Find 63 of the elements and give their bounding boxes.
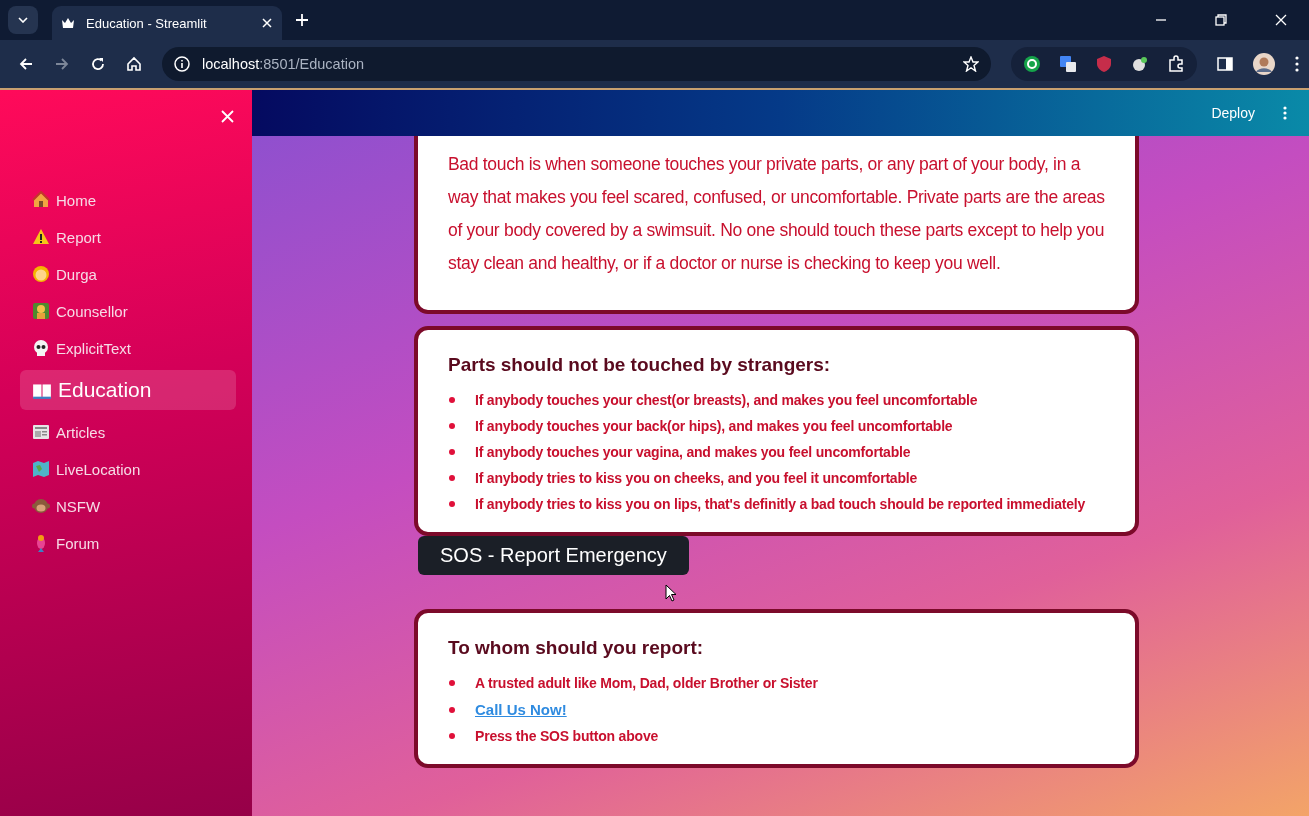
caret-icon: [18, 17, 28, 23]
bullet-icon: [449, 680, 455, 686]
extension-icon[interactable]: [1023, 55, 1041, 73]
sidebar-item[interactable]: Forum: [20, 528, 236, 558]
bullet-icon: [449, 733, 455, 739]
sidebar-item[interactable]: Articles: [20, 417, 236, 447]
paragraph: Bad touch is when someone touches your private parts, or any part of your body, in a way that makes you feel scared, confused, or uncomfortable. Private parts are the areas of your body covered by a swimsuit. No one should touch these parts except to help you stay clean and healthy, or if a doctor or nurse is checking to keep you well.: [448, 153, 1106, 275]
browser-tab[interactable]: Education - Streamlit: [52, 6, 282, 40]
list-item: Press the SOS button above: [475, 728, 659, 744]
map-icon: [32, 460, 50, 478]
sidebar-item[interactable]: Education: [20, 370, 236, 410]
sidebar-item[interactable]: ExplicitText: [20, 333, 236, 363]
bullet-icon: [449, 475, 455, 481]
avatar-icon[interactable]: [1253, 53, 1275, 75]
close-icon[interactable]: [262, 18, 272, 28]
list-item: If anybody tries to kiss you on cheeks, and you feel it uncomfortable: [475, 470, 918, 486]
bullet-icon: [449, 449, 455, 455]
star-icon[interactable]: [963, 56, 979, 72]
sos-button[interactable]: SOS - Report Emergency: [418, 536, 689, 575]
menu-icon[interactable]: [1295, 56, 1299, 72]
sidebar-item[interactable]: Counsellor: [20, 296, 236, 326]
tab-title: Education - Streamlit: [86, 15, 208, 31]
reload-icon[interactable]: [90, 56, 106, 72]
side-panel-icon[interactable]: [1217, 56, 1233, 72]
sidebar-item[interactable]: Report: [20, 222, 236, 252]
list-item: If anybody touches your chest(or breasts), and makes you feel uncomfortable: [475, 392, 978, 408]
info-icon[interactable]: [174, 56, 190, 72]
bullet-icon: [449, 423, 455, 429]
bullet-icon: [449, 706, 455, 713]
card-title: To whom should you report:: [448, 637, 705, 659]
skull-icon: [32, 339, 50, 357]
sidebar-item[interactable]: NSFW: [20, 491, 236, 521]
close-icon[interactable]: [1275, 14, 1287, 26]
puzzle-icon[interactable]: [1167, 55, 1185, 73]
new-tab-icon[interactable]: [296, 14, 308, 26]
bullet-icon: [449, 501, 455, 507]
list-item: If anybody tries to kiss you on lips, that's definitly a bad touch should be reported immediately: [475, 496, 1086, 512]
extension-icon[interactable]: [1131, 55, 1149, 73]
sidebar-item[interactable]: LiveLocation: [20, 454, 236, 484]
restore-icon[interactable]: [1215, 14, 1227, 26]
house-icon: [32, 191, 50, 209]
card-title: Parts should not be touched by strangers:: [448, 354, 832, 376]
sidebar-item[interactable]: Home: [20, 185, 236, 215]
sidebar-item[interactable]: Durga: [20, 259, 236, 289]
translate-icon[interactable]: [1059, 55, 1077, 73]
address-field[interactable]: localhost:8501/Education: [162, 47, 991, 81]
cursor-icon: [665, 584, 677, 602]
list-item: If anybody touches your back(or hips), and makes you feel uncomfortable: [475, 418, 953, 434]
deploy-button[interactable]: Deploy: [1205, 101, 1261, 125]
home-icon[interactable]: [126, 56, 142, 72]
bullet-icon: [449, 397, 455, 403]
forward-icon[interactable]: [54, 56, 70, 72]
list-item: A trusted adult like Mom, Dad, older Brother or Sister: [475, 675, 818, 691]
back-icon[interactable]: [18, 56, 34, 72]
crown-icon: [62, 18, 74, 28]
monkey-icon: [32, 497, 50, 515]
shield-icon[interactable]: [1095, 55, 1113, 73]
newspaper-icon: [32, 423, 50, 441]
tab-search-button[interactable]: [8, 6, 38, 34]
list-item: If anybody touches your vagina, and makes you feel uncomfortable: [475, 444, 911, 460]
call-link[interactable]: Call Us Now!: [475, 701, 567, 718]
warning-icon: [32, 228, 50, 246]
url-text: localhost:8501/Education: [202, 56, 365, 72]
